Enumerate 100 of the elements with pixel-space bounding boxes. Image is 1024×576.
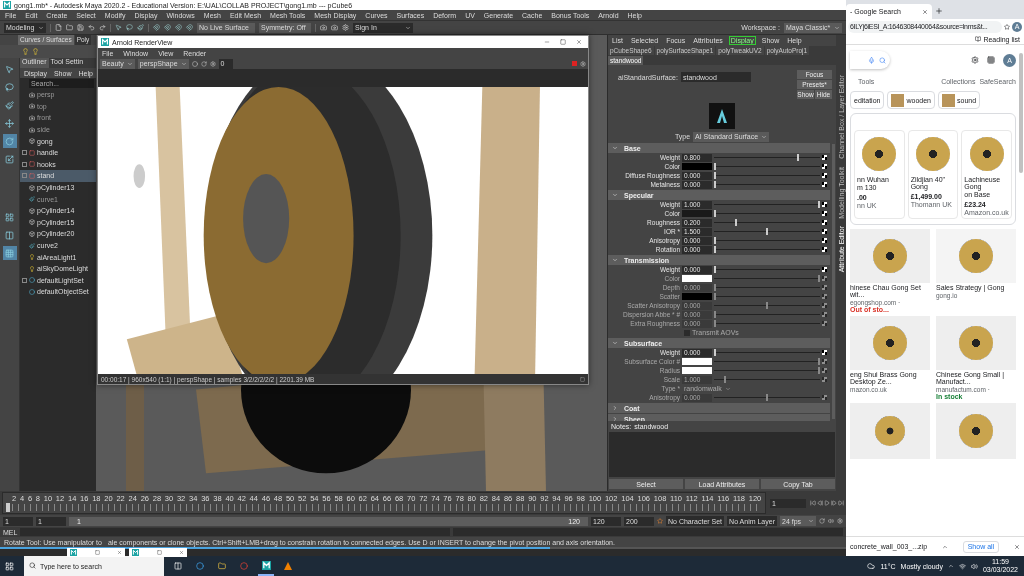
expand-toggle[interactable]: [22, 277, 27, 283]
magnet-icon[interactable]: [153, 24, 160, 31]
play-icon[interactable]: [824, 500, 830, 506]
mesh-icon: [29, 219, 35, 226]
maximize-icon[interactable]: [94, 550, 100, 555]
select-icon[interactable]: [115, 24, 122, 31]
microphone-icon[interactable]: [868, 56, 875, 64]
folder-icon[interactable]: [66, 24, 73, 31]
caret-icon[interactable]: [761, 133, 768, 140]
maximize-icon[interactable]: [156, 550, 162, 555]
caret-icon[interactable]: [612, 340, 618, 346]
magnet-icon[interactable]: [164, 24, 171, 31]
minimize-icon[interactable]: [544, 39, 550, 45]
caret-icon[interactable]: [612, 192, 618, 198]
caret-icon[interactable]: [834, 24, 840, 31]
refresh-icon[interactable]: [200, 60, 207, 67]
caret-icon[interactable]: [126, 60, 133, 67]
command-result-field[interactable]: [452, 528, 843, 536]
arnold-logo-icon: [714, 108, 730, 124]
close-icon[interactable]: [576, 39, 582, 45]
color-swatch[interactable]: [682, 163, 712, 170]
expand-toggle[interactable]: [22, 150, 27, 156]
notes-field[interactable]: [609, 432, 835, 477]
current-frame-marker[interactable]: [6, 503, 10, 512]
photo-placeholder[interactable]: [850, 403, 930, 459]
camera-icon[interactable]: [320, 24, 327, 31]
redo-icon[interactable]: [99, 24, 106, 31]
gear-icon[interactable]: [209, 60, 216, 67]
photo-placeholder[interactable]: [850, 229, 930, 283]
caret-icon[interactable]: [941, 543, 948, 550]
scrollbar[interactable]: [1019, 53, 1023, 173]
paint-icon[interactable]: [137, 24, 144, 31]
command-field[interactable]: [20, 528, 450, 536]
window-thumbnail[interactable]: [129, 548, 187, 557]
undo-icon[interactable]: [88, 24, 95, 31]
magnet-icon[interactable]: [186, 24, 193, 31]
photo-placeholder[interactable]: [850, 316, 930, 370]
caret-icon[interactable]: [38, 24, 44, 31]
photo-placeholder[interactable]: [936, 229, 1016, 283]
slider-thumb[interactable]: [797, 154, 800, 161]
maximize-icon[interactable]: [560, 39, 566, 45]
gong-drawing: [875, 416, 905, 446]
step-forward-icon[interactable]: [831, 500, 837, 506]
expand-toggle[interactable]: [22, 173, 27, 179]
caret-icon[interactable]: [180, 60, 187, 67]
slider-thumb[interactable]: [734, 219, 737, 226]
browser-icon: [240, 562, 248, 570]
gear-icon[interactable]: [580, 60, 586, 67]
window-thumbnail[interactable]: [67, 548, 125, 557]
caret-icon[interactable]: [808, 518, 814, 524]
magnet-icon[interactable]: [175, 24, 182, 31]
photo-placeholder: [891, 93, 905, 107]
color-swatch[interactable]: [682, 210, 712, 217]
weather-icon[interactable]: [867, 562, 876, 570]
mesh-icon: [29, 138, 35, 145]
camera-icon: [29, 115, 35, 121]
caret-icon[interactable]: [405, 24, 411, 31]
network-icon[interactable]: [958, 562, 966, 570]
settings-icon[interactable]: [971, 56, 979, 64]
new-tab-icon[interactable]: [935, 7, 943, 15]
close-icon[interactable]: [1013, 543, 1020, 550]
render-icon[interactable]: [191, 60, 198, 67]
photo-placeholder[interactable]: [936, 316, 1016, 370]
close-icon[interactable]: [117, 550, 122, 555]
browser-icon: [196, 562, 204, 570]
windows-logo-icon[interactable]: [4, 561, 14, 571]
camera-icon: [29, 126, 35, 133]
light-icon[interactable]: [32, 48, 39, 55]
panel-icon[interactable]: [580, 376, 585, 382]
skip-forward-icon[interactable]: [838, 500, 844, 506]
volume-icon[interactable]: [970, 562, 978, 570]
camera-icon[interactable]: [331, 24, 338, 31]
mesh-icon: [29, 207, 35, 214]
photo-placeholder[interactable]: [936, 403, 1016, 459]
bookmark-star-icon[interactable]: [1004, 23, 1010, 30]
search-icon[interactable]: [879, 56, 886, 64]
light-icon: [29, 265, 35, 272]
lasso-icon[interactable]: [126, 24, 133, 31]
reading-list-icon: [975, 36, 982, 42]
step-back-icon[interactable]: [817, 500, 823, 506]
light-icon[interactable]: [22, 48, 29, 55]
new-file-icon[interactable]: [55, 24, 62, 31]
task-view-icon: [174, 562, 182, 570]
caret-icon[interactable]: [947, 563, 954, 569]
expand-toggle[interactable]: [22, 161, 27, 167]
apps-grid-icon[interactable]: [987, 56, 995, 64]
caret-icon[interactable]: [612, 145, 618, 151]
curve-icon: [29, 242, 35, 249]
skip-back-icon[interactable]: [810, 500, 816, 506]
character-icon[interactable]: [657, 518, 663, 524]
save-icon[interactable]: [77, 24, 84, 31]
camera-icon: [29, 91, 35, 98]
gong-drawing: [873, 239, 907, 273]
app-logo-icon: [261, 560, 271, 570]
close-icon[interactable]: [922, 8, 928, 15]
sound-icon[interactable]: [828, 518, 834, 524]
gong-drawing: [959, 239, 993, 273]
close-icon[interactable]: [179, 550, 184, 555]
loop-icon[interactable]: [819, 518, 825, 524]
caret-icon[interactable]: [612, 257, 618, 263]
